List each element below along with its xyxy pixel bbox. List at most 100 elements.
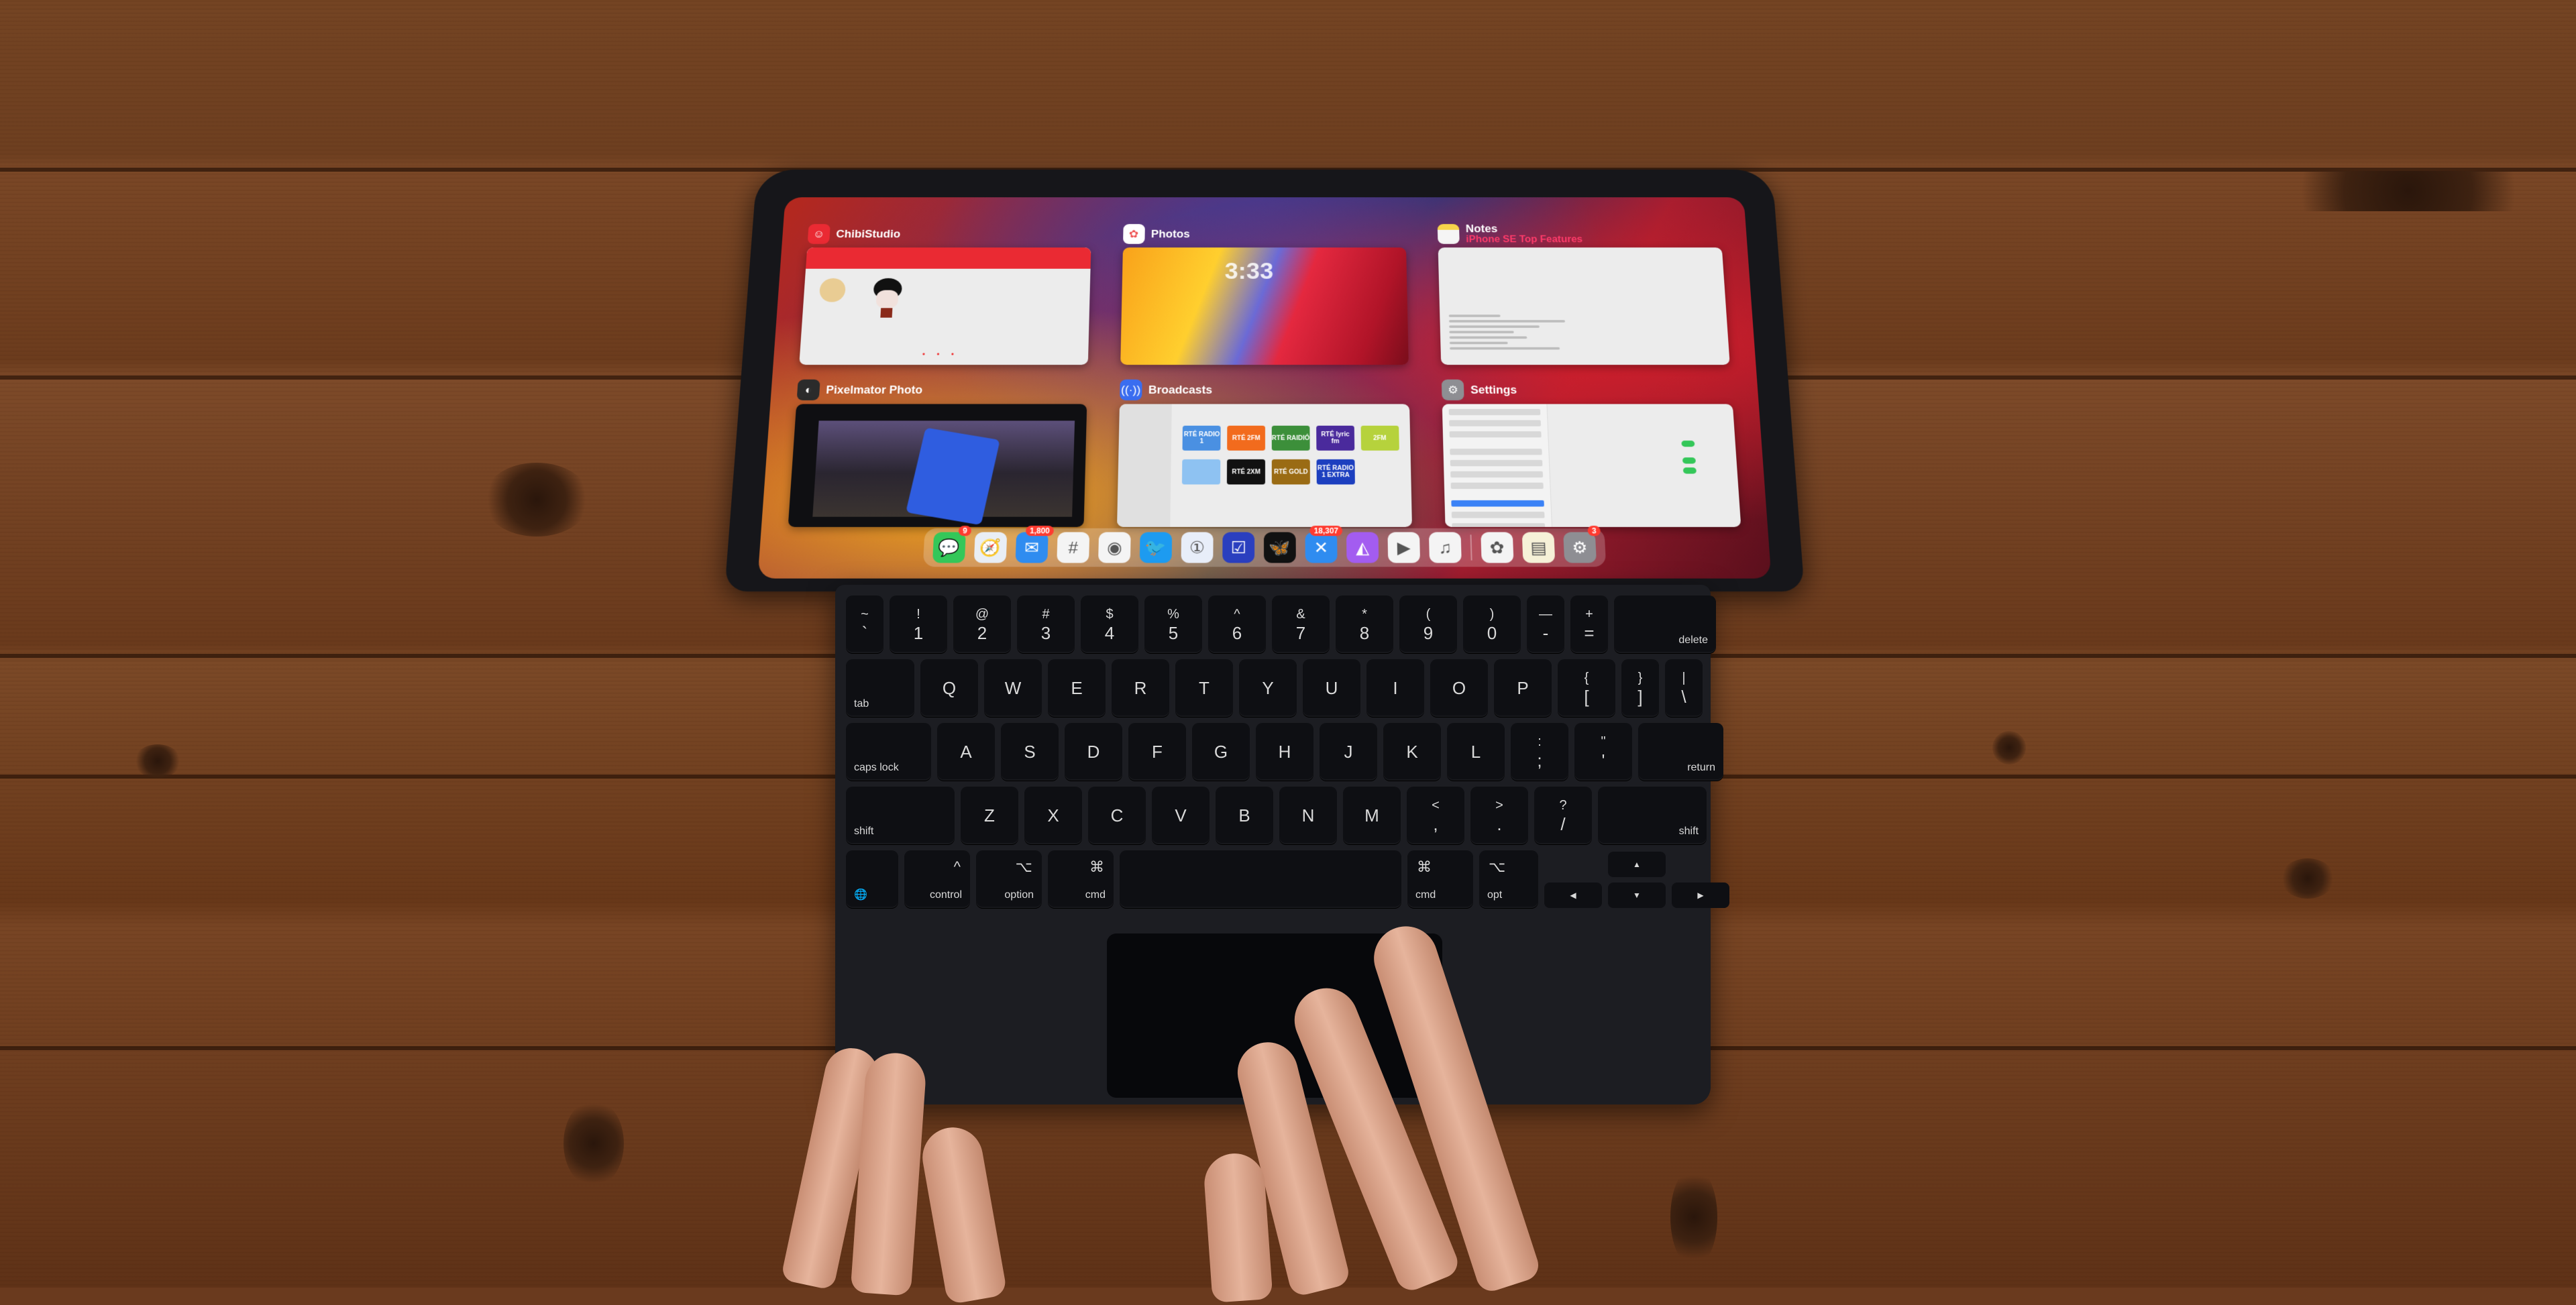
key-o[interactable]: O xyxy=(1430,659,1488,717)
key-`[interactable]: ~ ` xyxy=(846,595,883,653)
key-v[interactable]: V xyxy=(1152,787,1210,844)
youtube-studio-icon[interactable]: ▶ xyxy=(1387,532,1421,563)
key-;[interactable]: :; xyxy=(1511,723,1568,781)
key-shift[interactable]: shift xyxy=(1598,787,1707,844)
key-l[interactable]: L xyxy=(1447,723,1505,781)
key-x[interactable]: X xyxy=(1024,787,1082,844)
key-cmd-left[interactable]: ⌘ cmd xyxy=(1048,850,1114,908)
station-tile[interactable]: RTÉ 2FM xyxy=(1227,426,1266,451)
affinity-icon[interactable]: ◭ xyxy=(1346,532,1379,563)
station-tile[interactable] xyxy=(1182,459,1221,485)
onepassword-icon[interactable]: ① xyxy=(1181,532,1214,563)
key-'[interactable]: " ' xyxy=(1574,723,1632,781)
key-7[interactable]: & 7 xyxy=(1272,595,1330,653)
photos-icon[interactable]: ✿ xyxy=(1481,532,1514,563)
key-shift[interactable]: shift xyxy=(846,787,955,844)
key-a[interactable]: A xyxy=(937,723,995,781)
mail-icon[interactable]: ✉ 1,800 xyxy=(1015,525,1054,563)
key-h[interactable]: H xyxy=(1256,723,1313,781)
key-caps-lock[interactable]: caps lock xyxy=(846,723,931,781)
key-j[interactable]: J xyxy=(1320,723,1377,781)
key-s[interactable]: S xyxy=(1001,723,1059,781)
app-thumbnail[interactable] xyxy=(788,404,1087,527)
key-i[interactable]: I xyxy=(1366,659,1424,717)
app-card-chibistudio[interactable]: ☺ ChibiStudio ••• xyxy=(799,221,1091,365)
key-f[interactable]: F xyxy=(1128,723,1186,781)
settings-icon[interactable]: ⚙ 3 xyxy=(1563,525,1601,563)
safari-icon[interactable]: 🧭 xyxy=(973,532,1008,563)
key-delete[interactable]: delete xyxy=(1614,595,1716,653)
key-cmd-right[interactable]: ⌘ cmd xyxy=(1407,850,1473,908)
slack-icon[interactable]: # xyxy=(1057,532,1090,563)
music-icon[interactable]: ♫ xyxy=(1428,532,1462,563)
key-arrow-down[interactable]: ▼ xyxy=(1608,883,1666,908)
key-k[interactable]: K xyxy=(1383,723,1441,781)
messages-icon[interactable]: 💬 9 xyxy=(932,525,972,563)
key-w[interactable]: W xyxy=(984,659,1042,717)
key-u[interactable]: U xyxy=(1303,659,1360,717)
key-control[interactable]: ^ control xyxy=(904,850,970,908)
key-y[interactable]: Y xyxy=(1239,659,1297,717)
checkbox-icon[interactable]: ☑ xyxy=(1222,532,1255,563)
app-thumbnail[interactable] xyxy=(1442,404,1741,527)
station-tile[interactable]: RTÉ RADIO 1 xyxy=(1182,426,1221,451)
key-5[interactable]: % 5 xyxy=(1144,595,1202,653)
app-card-broadcasts[interactable]: ((·)) Broadcasts RTÉ RADIO 1 RTÉ 2FM RTÉ R… xyxy=(1116,376,1413,527)
tweetbot-icon[interactable]: ✕ 18,307 xyxy=(1305,525,1343,563)
key-m[interactable]: M xyxy=(1343,787,1401,844)
station-tile[interactable]: RTÉ lyric fm xyxy=(1316,426,1354,451)
station-tile[interactable]: RTÉ RADIO 1 EXTRA xyxy=(1316,459,1355,485)
key-r[interactable]: R xyxy=(1112,659,1169,717)
apollo-icon[interactable]: ◉ xyxy=(1098,532,1131,563)
key-option[interactable]: ⌥ option xyxy=(976,850,1042,908)
notes-icon[interactable]: ▤ xyxy=(1521,532,1556,563)
app-thumbnail[interactable]: 3:33 xyxy=(1120,247,1409,365)
key-c[interactable]: C xyxy=(1088,787,1146,844)
key-3[interactable]: #3 xyxy=(1017,595,1075,653)
station-tile[interactable]: RTÉ 2XM xyxy=(1227,459,1266,485)
key-opt-right[interactable]: ⌥ opt xyxy=(1479,850,1538,908)
key-arrow-up[interactable]: ▲ xyxy=(1608,852,1666,877)
app-thumbnail[interactable] xyxy=(1438,247,1730,365)
key-6[interactable]: ^ 6 xyxy=(1208,595,1266,653)
key-4[interactable]: $4 xyxy=(1081,595,1138,653)
key-d[interactable]: D xyxy=(1065,723,1122,781)
key-q[interactable]: Q xyxy=(920,659,978,717)
app-thumbnail[interactable]: RTÉ RADIO 1 RTÉ 2FM RTÉ RAIDIÓ RTÉ lyric fm… xyxy=(1116,404,1413,527)
key-[[interactable]: {[ xyxy=(1558,659,1615,717)
key-b[interactable]: B xyxy=(1216,787,1273,844)
butterfly-icon[interactable]: 🦋 xyxy=(1264,532,1296,563)
key-.[interactable]: >. xyxy=(1470,787,1528,844)
key-\[interactable]: | \ xyxy=(1665,659,1703,717)
app-card-photos[interactable]: ✿ Photos 3:33 xyxy=(1120,221,1409,365)
app-card-settings[interactable]: ⚙ Settings xyxy=(1442,376,1741,527)
key-/[interactable]: ? / xyxy=(1534,787,1592,844)
key-n[interactable]: N xyxy=(1279,787,1337,844)
app-card-pixelmator-photo[interactable]: ◐ Pixelmator Photo xyxy=(788,376,1087,527)
twitter-icon[interactable]: 🐦 xyxy=(1139,532,1173,563)
key-z[interactable]: Z xyxy=(961,787,1018,844)
key-2[interactable]: @2 xyxy=(953,595,1011,653)
app-card-notes[interactable]: Notes iPhone SE Top Features xyxy=(1438,221,1730,365)
key-tab[interactable]: tab xyxy=(846,659,914,717)
key-8[interactable]: * 8 xyxy=(1336,595,1393,653)
key-arrow-right[interactable]: ▶ xyxy=(1672,883,1729,908)
key-g[interactable]: G xyxy=(1192,723,1250,781)
key-space[interactable] xyxy=(1120,850,1401,908)
key-e[interactable]: E xyxy=(1048,659,1106,717)
key-arrow-left[interactable]: ◀ xyxy=(1544,883,1602,908)
key-9[interactable]: (9 xyxy=(1399,595,1457,653)
key-,[interactable]: <, xyxy=(1407,787,1464,844)
key--[interactable]: — - xyxy=(1527,595,1564,653)
station-tile[interactable]: RTÉ RAIDIÓ xyxy=(1271,426,1310,451)
key-0[interactable]: ) 0 xyxy=(1463,595,1521,653)
key-t[interactable]: T xyxy=(1175,659,1233,717)
key-return[interactable]: return xyxy=(1638,723,1723,781)
key-globe[interactable]: 🌐 xyxy=(846,850,898,908)
key-1[interactable]: ! 1 xyxy=(890,595,947,653)
key-p[interactable]: P xyxy=(1494,659,1552,717)
key-][interactable]: }] xyxy=(1621,659,1659,717)
key-=[interactable]: + = xyxy=(1570,595,1608,653)
app-thumbnail[interactable]: ••• xyxy=(799,247,1091,365)
station-tile[interactable]: 2FM xyxy=(1360,426,1399,451)
